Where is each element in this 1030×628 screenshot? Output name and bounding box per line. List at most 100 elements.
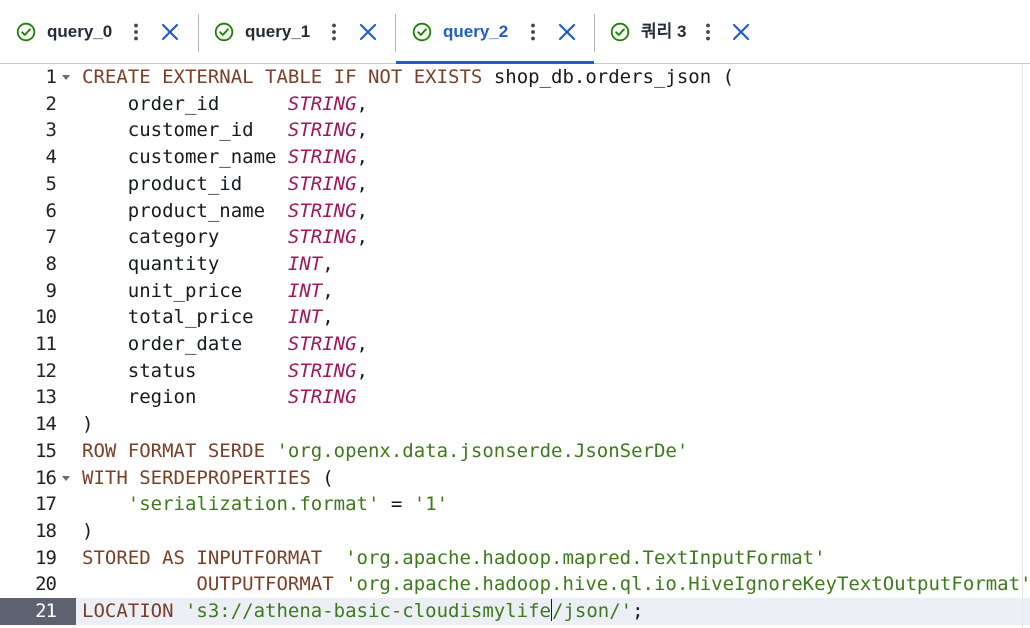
sql-type: STRING <box>287 386 357 409</box>
sql-type: STRING <box>287 172 357 195</box>
sql-type: STRING <box>287 199 357 222</box>
line-number: 5 <box>0 171 76 198</box>
code-line[interactable]: product_id STRING, <box>82 171 368 198</box>
sql-identifier: , <box>356 199 368 222</box>
sql-identifier: , <box>356 333 368 355</box>
code-line[interactable]: OUTPUTFORMAT 'org.apache.hadoop.hive.ql.… <box>82 571 1030 598</box>
fold-arrow-icon[interactable] <box>62 475 70 481</box>
code-line[interactable]: LOCATION 's3://athena-basic-cloudismylif… <box>76 598 1030 625</box>
line-number: 21 <box>0 598 76 625</box>
sql-identifier: ; <box>632 600 644 622</box>
code-line[interactable]: region STRING <box>82 384 357 411</box>
sql-string-literal: 'serialization.format' <box>127 493 380 516</box>
sql-identifier: , <box>322 252 334 275</box>
sql-identifier: total_price <box>82 306 288 329</box>
sql-identifier: , <box>322 279 334 302</box>
tab-options-icon[interactable] <box>132 22 140 42</box>
sql-keyword: STORED AS INPUTFORMAT <box>82 546 346 569</box>
tab-label: query_0 <box>47 22 113 41</box>
code-line[interactable]: customer_name STRING, <box>82 144 368 171</box>
tab-label: query_2 <box>443 22 509 41</box>
line-number: 20 <box>0 571 76 598</box>
success-check-icon <box>214 22 234 42</box>
sql-keyword: ROW FORMAT SERDE <box>82 439 277 462</box>
sql-identifier: unit_price <box>82 279 288 302</box>
line-number-text: 4 <box>45 146 57 169</box>
sql-identifier: ) <box>82 413 94 436</box>
success-check-icon <box>610 22 630 42</box>
code-line[interactable]: ) <box>82 411 93 438</box>
code-line[interactable]: status STRING, <box>82 358 368 385</box>
line-number: 13 <box>0 384 76 411</box>
tab-label: query_1 <box>245 22 311 41</box>
code-line[interactable]: ROW FORMAT SERDE 'org.openx.data.jsonser… <box>82 438 688 465</box>
code-line[interactable]: STORED AS INPUTFORMAT 'org.apache.hadoop… <box>82 545 826 572</box>
code-line[interactable]: CREATE EXTERNAL TABLE IF NOT EXISTS shop… <box>82 64 734 91</box>
code-line[interactable]: 'serialization.format' = '1' <box>82 491 448 518</box>
code-line[interactable]: customer_id STRING, <box>82 117 368 144</box>
tab-query-2[interactable]: query_2 <box>396 0 594 64</box>
sql-string-literal: 'org.openx.data.jsonserde.JsonSerDe' <box>276 439 689 462</box>
line-number-text: 11 <box>35 333 57 355</box>
sql-type: STRING <box>287 119 357 142</box>
code-line[interactable]: order_id STRING, <box>82 91 368 118</box>
tab-query-1[interactable]: query_1 <box>198 0 395 64</box>
tab-query-0[interactable]: query_0 <box>0 0 198 64</box>
line-number: 15 <box>0 438 76 465</box>
line-number: 11 <box>0 331 76 358</box>
sql-keyword: OUTPUTFORMAT <box>82 573 346 596</box>
line-number-text: 12 <box>35 359 57 382</box>
sql-keyword: LOCATION <box>82 600 185 622</box>
query-tab-bar: query_0 query_1 query_2 쿼리 3 <box>0 0 1030 64</box>
close-tab-icon[interactable] <box>160 22 180 42</box>
line-number-text: 6 <box>45 199 57 222</box>
line-number-text: 1 <box>45 66 57 88</box>
sql-identifier: , <box>356 92 368 115</box>
code-line[interactable]: quantity INT, <box>82 251 334 278</box>
line-number-text: 2 <box>45 92 57 115</box>
sql-identifier: shop_db.orders_json ( <box>493 66 735 88</box>
line-number: 1 <box>0 64 76 91</box>
fold-arrow-icon[interactable] <box>62 75 70 80</box>
line-number-text: 14 <box>35 413 57 436</box>
line-number-text: 18 <box>35 519 57 542</box>
tab-options-icon[interactable] <box>529 22 537 42</box>
line-number-text: 20 <box>35 573 57 596</box>
code-line[interactable]: product_name STRING, <box>82 198 368 225</box>
line-number-text: 13 <box>35 386 57 409</box>
close-tab-icon[interactable] <box>358 22 378 42</box>
sql-identifier: , <box>356 359 368 382</box>
sql-identifier: customer_id <box>82 119 288 142</box>
tab-options-icon[interactable] <box>330 22 338 42</box>
tab-label: 쿼리 3 <box>641 22 687 41</box>
code-line[interactable]: total_price INT, <box>82 304 334 331</box>
line-number-text: 3 <box>45 119 57 142</box>
sql-identifier: customer_name <box>82 146 288 169</box>
sql-identifier: , <box>356 172 368 195</box>
sql-string-literal: 'org.apache.hadoop.hive.ql.io.HiveIgnore… <box>345 573 1030 596</box>
sql-identifier: , <box>356 146 368 169</box>
code-line[interactable]: order_date STRING, <box>82 331 368 358</box>
sql-code-editor[interactable]: 1 2 3 4 5 6 7 8 9 10 11 12 13 14 15 16 17 18 19 20 21 CREATE… <box>0 64 1030 628</box>
tab-query-3[interactable]: 쿼리 3 <box>594 0 764 64</box>
close-tab-icon[interactable] <box>731 22 751 42</box>
code-line[interactable]: category STRING, <box>82 224 368 251</box>
tab-options-icon[interactable] <box>704 22 712 42</box>
code-line[interactable]: WITH SERDEPROPERTIES ( <box>82 465 334 492</box>
sql-string-literal: 'org.apache.hadoop.mapred.TextInputForma… <box>345 546 826 569</box>
sql-string-literal: /json/' <box>552 600 633 622</box>
close-tab-icon[interactable] <box>557 22 577 42</box>
code-area[interactable]: CREATE EXTERNAL TABLE IF NOT EXISTS shop… <box>76 64 1030 628</box>
sql-keyword: WITH SERDEPROPERTIES <box>82 466 323 489</box>
code-line[interactable]: unit_price INT, <box>82 278 334 305</box>
code-line[interactable]: ) <box>82 518 93 545</box>
line-number-text: 19 <box>35 546 57 569</box>
sql-identifier: product_name <box>82 199 288 222</box>
sql-identifier: product_id <box>82 172 288 195</box>
sql-type: STRING <box>287 146 357 169</box>
line-number: 14 <box>0 411 76 438</box>
line-number: 6 <box>0 198 76 225</box>
editor-scrollbar-track[interactable] <box>1022 64 1023 628</box>
sql-identifier: ) <box>82 519 94 542</box>
sql-identifier <box>82 493 128 515</box>
